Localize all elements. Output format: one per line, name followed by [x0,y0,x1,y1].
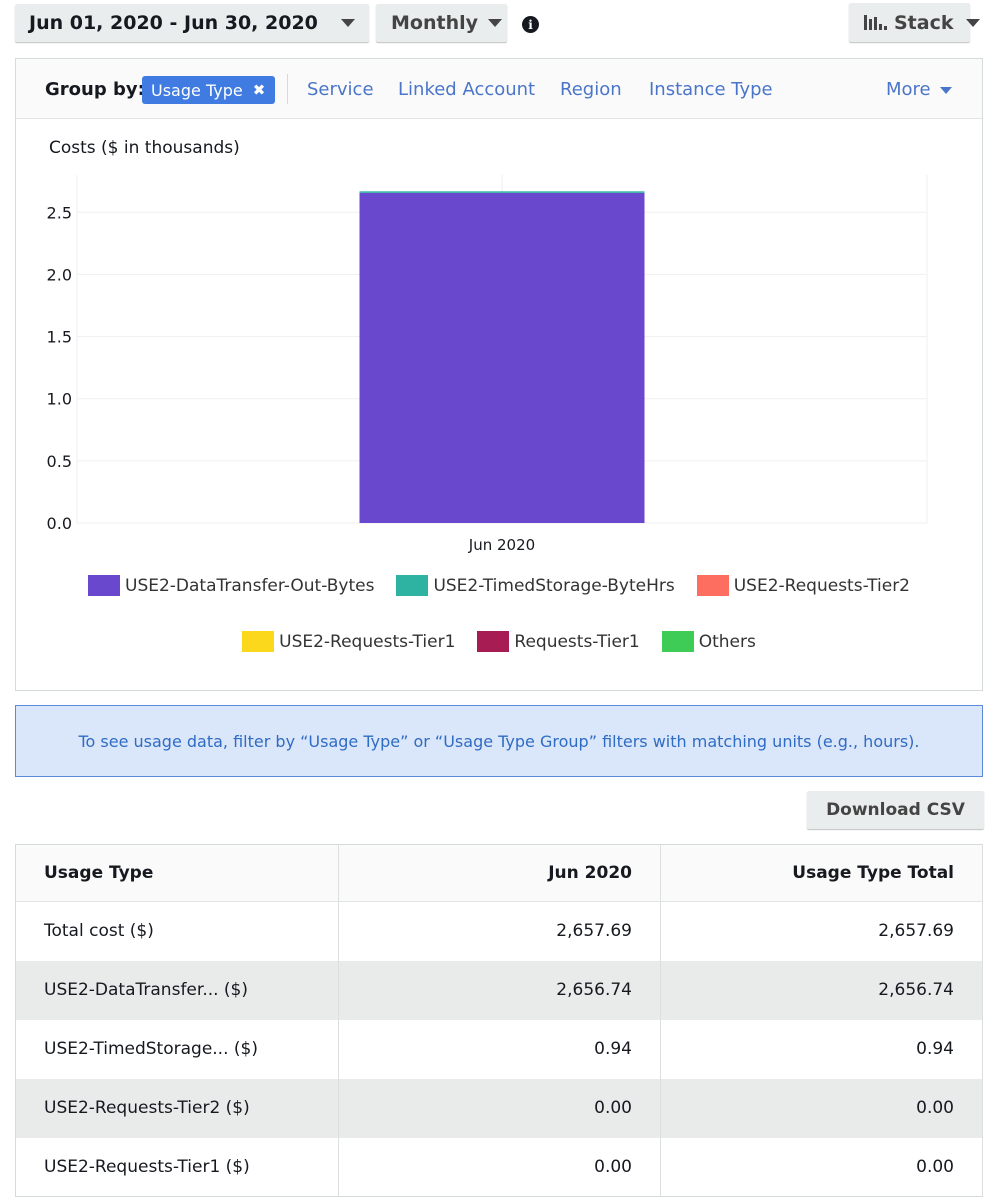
table-row: USE2-Requests-Tier2 ($) 0.00 0.00 [15,1078,983,1138]
legend: USE2-Requests-Tier1 Requests-Tier1 Others [16,631,982,652]
legend-swatch [477,631,510,652]
bars [359,191,645,523]
usage-type-cell: USE2-Requests-Tier2 ($) [15,1078,339,1138]
usage-type-cell: USE2-DataTransfer... ($) [15,960,339,1020]
month-cost-cell: 0.00 [338,1078,661,1138]
column-header-usage-type-total[interactable]: Usage Type Total [660,844,983,902]
legend-item[interactable]: USE2-TimedStorage-ByteHrs [396,575,675,596]
legend-item[interactable]: Others [661,631,756,652]
date-range-dropdown[interactable]: Jun 01, 2020 - Jun 30, 2020 [15,4,369,42]
legend-swatch [396,575,429,596]
legend-label: USE2-Requests-Tier1 [279,631,456,652]
month-cost-cell: 0.94 [338,1019,661,1079]
legend-label: Others [698,631,756,652]
chevron-down-icon [965,18,980,27]
month-cost-cell: 0.00 [338,1137,661,1197]
legend-label: USE2-DataTransfer-Out-Bytes [125,575,375,596]
y-tick-label: 2.0 [47,265,72,284]
legend-label: USE2-TimedStorage-ByteHrs [433,575,675,596]
column-header-jun-2020[interactable]: Jun 2020 [338,844,661,902]
usage-type-cell: Total cost ($) [15,901,339,961]
stacked-bars-icon [864,15,887,30]
legend: USE2-DataTransfer-Out-Bytes USE2-TimedSto… [16,575,982,596]
chart-panel: Group by: Usage Type ✖ Service Linked Ac… [15,58,983,691]
download-csv-button[interactable]: Download CSV [807,791,984,829]
total-cost-cell: 2,657.69 [660,901,983,961]
total-cost-cell: 0.00 [660,1137,983,1197]
info-banner-text: To see usage data, filter by “Usage Type… [78,731,920,751]
legend-swatch [696,575,729,596]
chart-style-label: Stack [894,11,954,34]
y-tick-label: 2.5 [47,203,72,222]
chevron-down-icon [488,19,502,27]
legend-item[interactable]: USE2-Requests-Tier2 [696,575,910,596]
total-cost-cell: 2,656.74 [660,960,983,1020]
usage-type-cell: USE2-TimedStorage... ($) [15,1019,339,1079]
legend-label: USE2-Requests-Tier2 [733,575,910,596]
y-tick-label: 1.0 [47,390,72,409]
chart-style-dropdown[interactable]: Stack [849,3,980,42]
legend-item[interactable]: USE2-Requests-Tier1 [242,631,455,652]
column-header-usage-type[interactable]: Usage Type [15,844,339,902]
y-tick-label: 1.5 [47,328,72,347]
chevron-down-icon [341,19,355,27]
info-icon[interactable]: i [522,16,539,33]
table-row: USE2-Requests-Tier1 ($) 0.00 0.00 [15,1137,983,1197]
legend-item[interactable]: USE2-DataTransfer-Out-Bytes [88,575,374,596]
bar-segment [359,191,645,193]
table-row: USE2-TimedStorage... ($) 0.94 0.94 [15,1019,983,1079]
x-axis: Jun 2020 [468,536,535,554]
bar-segment [359,192,645,523]
info-banner: To see usage data, filter by “Usage Type… [15,705,983,777]
legend-label: Requests-Tier1 [514,631,640,652]
legend-item[interactable]: Requests-Tier1 [477,631,640,652]
legend-swatch [88,575,120,596]
granularity-dropdown[interactable]: Monthly [376,4,507,42]
date-range-label: Jun 01, 2020 - Jun 30, 2020 [29,12,318,34]
month-cost-cell: 2,657.69 [338,901,661,961]
month-cost-cell: 2,656.74 [338,960,661,1020]
y-axis: 0.0 0.5 1.0 1.5 2.0 2.5 [47,203,72,533]
usage-type-cell: USE2-Requests-Tier1 ($) [15,1137,339,1197]
y-tick-label: 0.5 [47,452,72,471]
granularity-label: Monthly [391,12,478,34]
legend-swatch [242,631,275,652]
table-header-row: Usage Type Jun 2020 Usage Type Total [15,844,983,902]
x-tick-label: Jun 2020 [468,536,535,554]
table-row: Total cost ($) 2,657.69 2,657.69 [15,901,983,961]
table-row: USE2-DataTransfer... ($) 2,656.74 2,656.… [15,960,983,1020]
total-cost-cell: 0.00 [660,1078,983,1138]
y-tick-label: 0.0 [47,514,72,533]
cost-table: Usage Type Jun 2020 Usage Type Total Tot… [15,844,983,1197]
cost-chart: 0.0 0.5 1.0 1.5 2.0 2.5 Jun 2020 [47,175,928,554]
total-cost-cell: 0.94 [660,1019,983,1079]
legend-swatch [661,631,694,652]
